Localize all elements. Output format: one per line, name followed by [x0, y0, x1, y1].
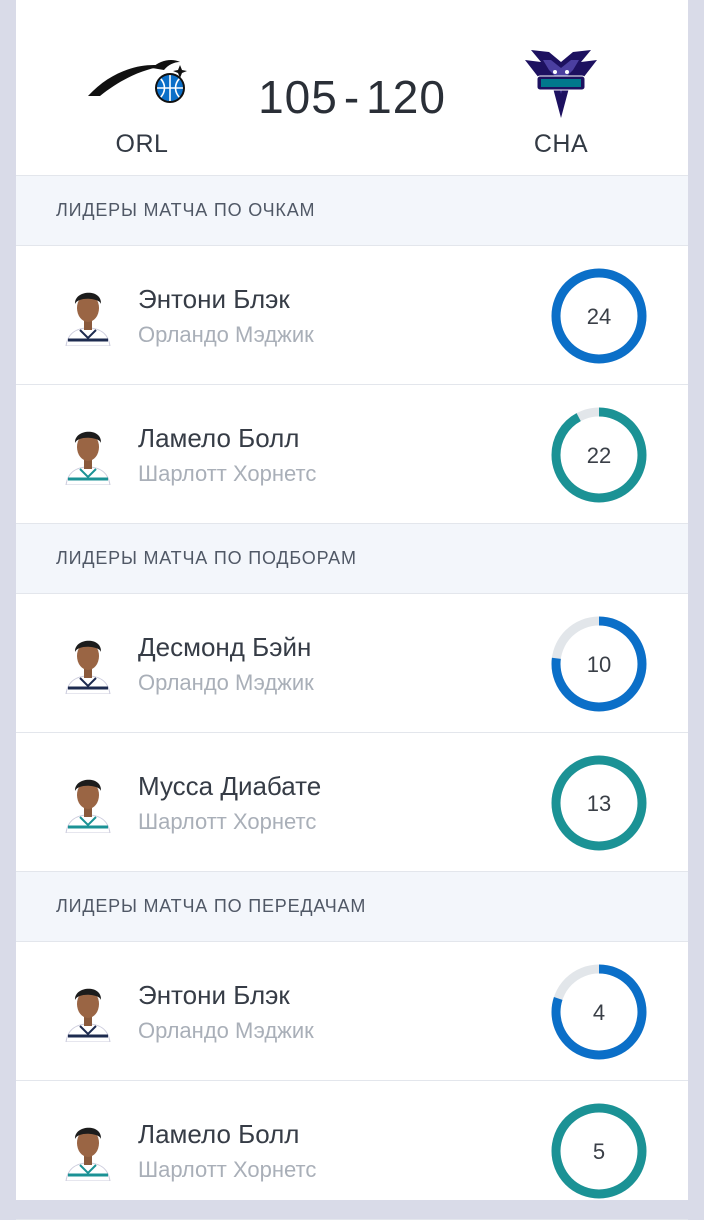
leaders-list: ЛИДЕРЫ МАТЧА ПО ОЧКАМ Энтони Блэк Орланд…: [16, 176, 688, 1220]
stat-value: 10: [587, 652, 611, 677]
stat-value: 22: [587, 443, 611, 468]
home-abbr: ORL: [115, 130, 169, 158]
stat-value: 24: [587, 304, 611, 329]
stat-value-layer: 4: [593, 1000, 605, 1025]
leader-row[interactable]: Энтони Блэк Орландо Мэджик 4: [16, 942, 688, 1081]
player-team: Шарлотт Хорнетс: [138, 809, 317, 834]
section-title: ЛИДЕРЫ МАТЧА ПО ОЧКАМ: [16, 176, 688, 246]
stat-value-layer: 5: [593, 1139, 605, 1164]
player-name: Мусса Диабате: [138, 771, 322, 801]
player-avatar: [65, 1127, 111, 1181]
player-team: Орландо Мэджик: [138, 1018, 314, 1043]
player-team: Шарлотт Хорнетс: [138, 1157, 317, 1182]
stat-value-layer: 10: [587, 652, 611, 677]
player-avatar: [65, 988, 111, 1042]
player-name: Ламело Болл: [138, 423, 300, 453]
player-avatar: [65, 431, 111, 485]
player-team: Шарлотт Хорнетс: [138, 461, 317, 486]
player-avatar: [65, 779, 111, 833]
stat-value-layer: 22: [587, 443, 611, 468]
away-score: 120: [366, 71, 446, 123]
stat-value: 13: [587, 791, 611, 816]
section-title: ЛИДЕРЫ МАТЧА ПО ПОДБОРАМ: [16, 524, 688, 594]
home-score: 105: [258, 71, 338, 123]
score-header: ORL 105-120 CHA: [16, 0, 688, 176]
stat-value-layer: 24: [587, 304, 611, 329]
player-avatar: [65, 292, 111, 346]
leader-row[interactable]: Десмонд Бэйн Орландо Мэджик 10: [16, 594, 688, 733]
leader-row[interactable]: Мусса Диабате Шарлотт Хорнетс 13: [16, 733, 688, 872]
away-team[interactable]: CHA: [501, 48, 621, 159]
player-name: Десмонд Бэйн: [138, 632, 312, 662]
player-name: Энтони Блэк: [138, 284, 290, 314]
leader-row[interactable]: Энтони Блэк Орландо Мэджик 24: [16, 246, 688, 385]
player-team: Орландо Мэджик: [138, 322, 314, 347]
section-title: ЛИДЕРЫ МАТЧА ПО ПЕРЕДАЧАМ: [16, 872, 688, 942]
player-name: Энтони Блэк: [138, 980, 290, 1010]
stat-value: 4: [593, 1000, 605, 1025]
match-card: ORL 105-120 CHA ЛИДЕРЫ МАТЧА ПО ОЧКАМ Эн…: [16, 0, 688, 1220]
player-avatar: [65, 640, 111, 694]
away-abbr: CHA: [533, 130, 589, 158]
charlotte-hornets-logo-icon: [525, 50, 597, 118]
leader-row[interactable]: Ламело Болл Шарлотт Хорнетс 22: [16, 385, 688, 524]
leader-row[interactable]: Ламело Болл Шарлотт Хорнетс 5: [16, 1081, 688, 1220]
stat-value: 5: [593, 1139, 605, 1164]
player-team: Орландо Мэджик: [138, 670, 314, 695]
player-name: Ламело Болл: [138, 1119, 300, 1149]
stat-value-layer: 13: [587, 791, 611, 816]
score-separator: -: [343, 71, 361, 123]
